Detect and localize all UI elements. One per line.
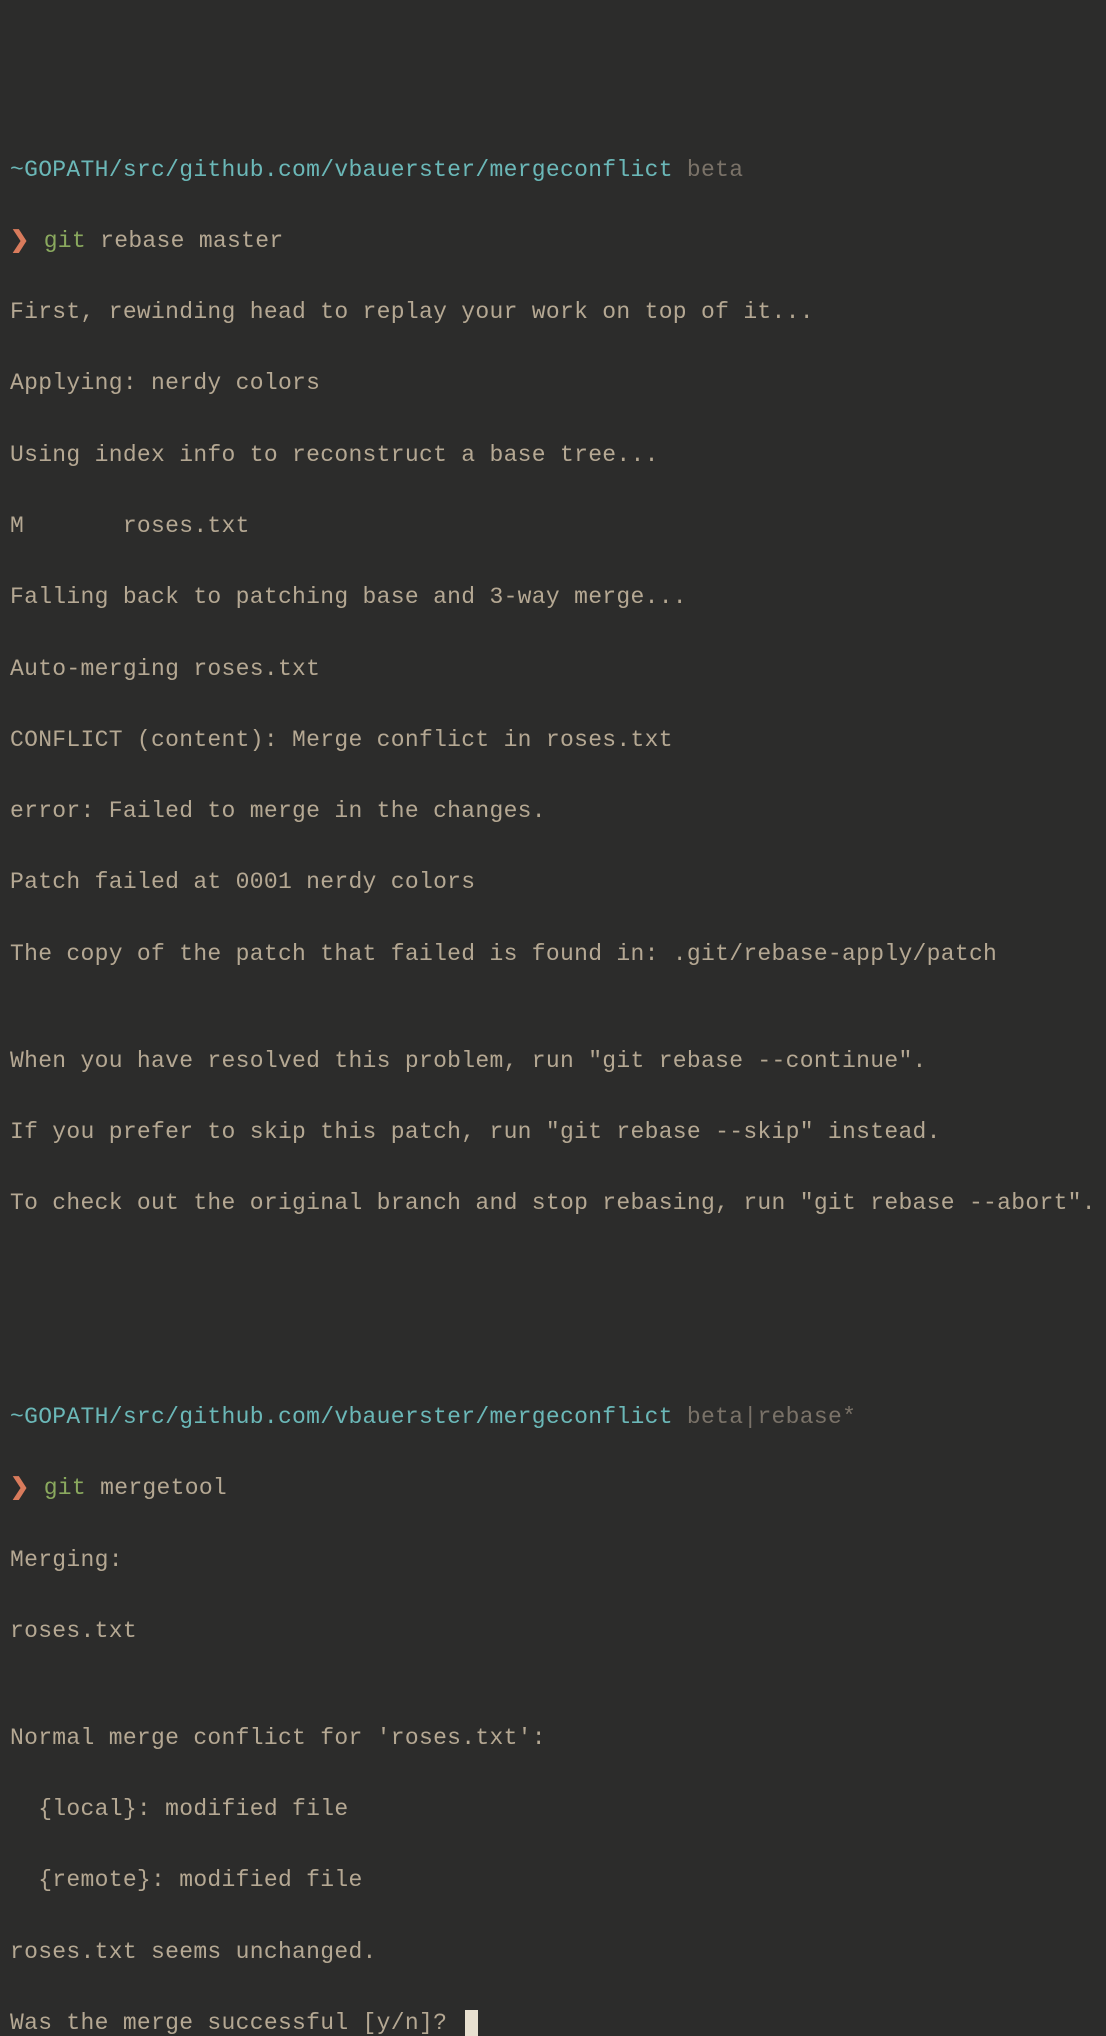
output-line: {local}: modified file (10, 1792, 1096, 1828)
blank-line (10, 1257, 1096, 1293)
output-line: Patch failed at 0001 nerdy colors (10, 865, 1096, 901)
rebase-state: rebase* (757, 1404, 856, 1430)
output-line: Normal merge conflict for 'roses.txt': (10, 1721, 1096, 1757)
branch-indicator: beta (687, 157, 743, 183)
output-line: Auto-merging roses.txt (10, 652, 1096, 688)
prompt-line-1: ~GOPATH/src/github.com/vbauerster/mergec… (10, 153, 1096, 189)
git-args: mergetool (100, 1475, 227, 1501)
git-command: git (44, 1475, 86, 1501)
command-line-2[interactable]: ❯ git mergetool (10, 1471, 1096, 1507)
output-line: Falling back to patching base and 3-way … (10, 580, 1096, 616)
output-line: M roses.txt (10, 509, 1096, 545)
output-line: CONFLICT (content): Merge conflict in ro… (10, 723, 1096, 759)
cwd-path: ~GOPATH/src/github.com/vbauerster/mergec… (10, 157, 673, 183)
output-line: If you prefer to skip this patch, run "g… (10, 1115, 1096, 1151)
input-prompt-line[interactable]: Was the merge successful [y/n]? (10, 2006, 1096, 2036)
output-line: {remote}: modified file (10, 1863, 1096, 1899)
output-line: When you have resolved this problem, run… (10, 1044, 1096, 1080)
output-line: Applying: nerdy colors (10, 366, 1096, 402)
cwd-path: ~GOPATH/src/github.com/vbauerster/mergec… (10, 1404, 673, 1430)
prompt-symbol-icon: ❯ (10, 228, 30, 254)
output-line: error: Failed to merge in the changes. (10, 794, 1096, 830)
prompt-line-2: ~GOPATH/src/github.com/vbauerster/mergec… (10, 1400, 1096, 1436)
git-command: git (44, 228, 86, 254)
merge-prompt-question: Was the merge successful [y/n]? (10, 2010, 461, 2036)
command-line-1[interactable]: ❯ git rebase master (10, 224, 1096, 260)
cursor-icon (465, 2010, 478, 2036)
prompt-symbol-icon: ❯ (10, 1475, 30, 1501)
output-line: First, rewinding head to replay your wor… (10, 295, 1096, 331)
output-line: roses.txt seems unchanged. (10, 1935, 1096, 1971)
output-line: Using index info to reconstruct a base t… (10, 438, 1096, 474)
blank-line (10, 1329, 1096, 1365)
state-separator: | (743, 1404, 757, 1430)
output-line: Merging: (10, 1543, 1096, 1579)
branch-indicator: beta (687, 1404, 743, 1430)
git-args: rebase master (100, 228, 283, 254)
output-line: The copy of the patch that failed is fou… (10, 937, 1096, 973)
output-line: roses.txt (10, 1614, 1096, 1650)
output-line: To check out the original branch and sto… (10, 1186, 1096, 1222)
